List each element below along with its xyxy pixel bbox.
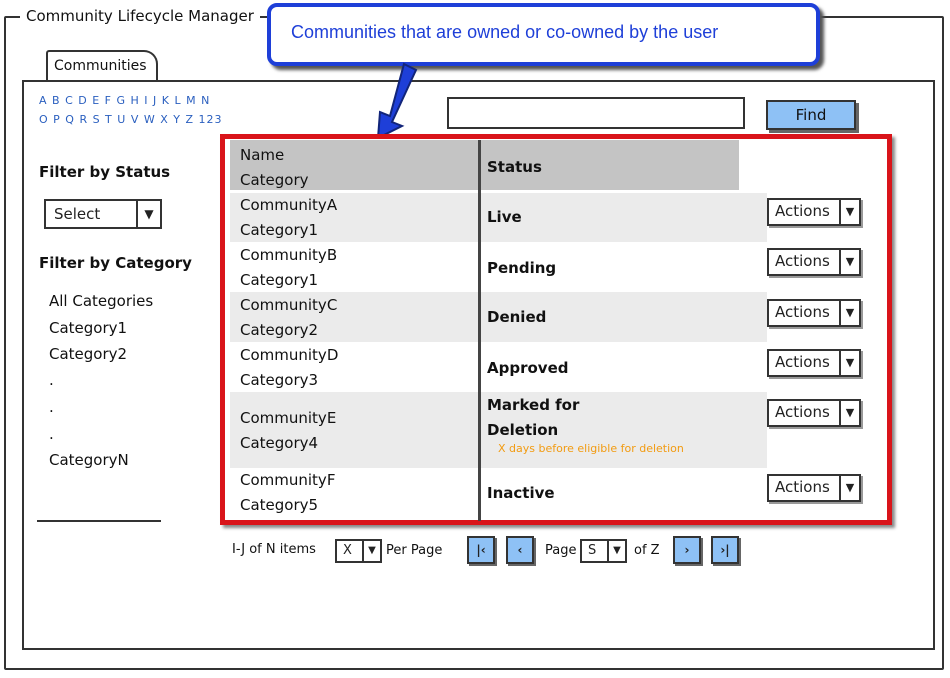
category-ellipsis: . (49, 398, 54, 416)
status-filter-select[interactable]: Select ▼ (44, 199, 162, 229)
tab-communities[interactable]: Communities (46, 50, 158, 80)
page-select[interactable]: S ▼ (580, 539, 627, 563)
actions-label: Actions (775, 478, 830, 496)
actions-label: Actions (775, 303, 830, 321)
status-cell-line2: Deletion (487, 421, 559, 439)
chevron-down-icon: ▼ (839, 250, 859, 274)
community-category: Category1 (240, 221, 319, 239)
category-item[interactable]: CategoryN (49, 451, 129, 469)
category-item[interactable]: Category1 (49, 319, 127, 337)
chevron-down-icon: ▼ (362, 541, 380, 561)
category-item-all[interactable]: All Categories (49, 292, 153, 310)
per-page-select[interactable]: X ▼ (335, 539, 382, 563)
per-page-value: X (343, 543, 352, 558)
community-category: Category1 (240, 271, 319, 289)
column-divider (478, 140, 481, 521)
status-cell: Approved (487, 359, 569, 377)
next-page-button[interactable]: › (673, 536, 701, 564)
status-cell: Inactive (487, 484, 555, 502)
status-filter-value: Select (54, 205, 101, 223)
last-page-button[interactable]: ›| (711, 536, 739, 564)
actions-button[interactable]: Actions ▼ (767, 198, 861, 226)
actions-button[interactable]: Actions ▼ (767, 474, 861, 502)
callout-note: Communities that are owned or co-owned b… (267, 3, 820, 66)
prev-page-button[interactable]: ‹ (506, 536, 534, 564)
community-name[interactable]: CommunityE (240, 409, 336, 427)
community-category: Category2 (240, 321, 319, 339)
status-cell: Marked for (487, 396, 580, 414)
window-title: Community Lifecycle Manager (20, 7, 260, 25)
category-item[interactable]: Category2 (49, 345, 127, 363)
sidebar-divider (37, 520, 161, 522)
column-header-status: Status (487, 158, 542, 176)
page-total-label: of Z (634, 543, 660, 558)
community-name[interactable]: CommunityD (240, 346, 338, 364)
community-category: Category4 (240, 434, 319, 452)
actions-label: Actions (775, 252, 830, 270)
actions-button[interactable]: Actions ▼ (767, 349, 861, 377)
community-name[interactable]: CommunityF (240, 471, 335, 489)
actions-button[interactable]: Actions ▼ (767, 299, 861, 327)
alphabet-filter-o-123[interactable]: O P Q R S T U V W X Y Z 123 (39, 113, 223, 126)
page-label: Page (545, 543, 577, 558)
column-header-category: Category (240, 171, 309, 189)
deletion-note: X days before eligible for deletion (498, 442, 684, 455)
actions-label: Actions (775, 202, 830, 220)
item-range-text: I-J of N items (232, 542, 316, 557)
status-cell: Pending (487, 259, 557, 277)
filter-status-heading: Filter by Status (39, 163, 171, 181)
community-name[interactable]: CommunityC (240, 296, 337, 314)
per-page-label: Per Page (386, 543, 443, 558)
chevron-down-icon: ▼ (136, 201, 160, 227)
page-value: S (588, 543, 597, 558)
first-page-button[interactable]: |‹ (467, 536, 495, 564)
community-category: Category5 (240, 496, 319, 514)
status-cell: Denied (487, 308, 547, 326)
search-input[interactable] (447, 97, 745, 129)
category-ellipsis: . (49, 425, 54, 443)
chevron-down-icon: ▼ (839, 200, 859, 224)
community-category: Category3 (240, 371, 319, 389)
status-cell: Live (487, 208, 522, 226)
chevron-down-icon: ▼ (839, 301, 859, 325)
find-button[interactable]: Find (766, 100, 856, 130)
actions-label: Actions (775, 403, 830, 421)
category-ellipsis: . (49, 371, 54, 389)
column-header-name: Name (240, 146, 285, 164)
community-name[interactable]: CommunityA (240, 196, 337, 214)
chevron-down-icon: ▼ (839, 401, 859, 425)
actions-button[interactable]: Actions ▼ (767, 399, 861, 427)
actions-button[interactable]: Actions ▼ (767, 248, 861, 276)
actions-label: Actions (775, 353, 830, 371)
filter-category-heading: Filter by Category (39, 254, 192, 272)
chevron-down-icon: ▼ (839, 351, 859, 375)
chevron-down-icon: ▼ (607, 541, 625, 561)
callout-arrow-icon (376, 62, 418, 140)
community-name[interactable]: CommunityB (240, 246, 337, 264)
alphabet-filter-a-n[interactable]: A B C D E F G H I J K L M N (39, 94, 210, 107)
chevron-down-icon: ▼ (839, 476, 859, 500)
